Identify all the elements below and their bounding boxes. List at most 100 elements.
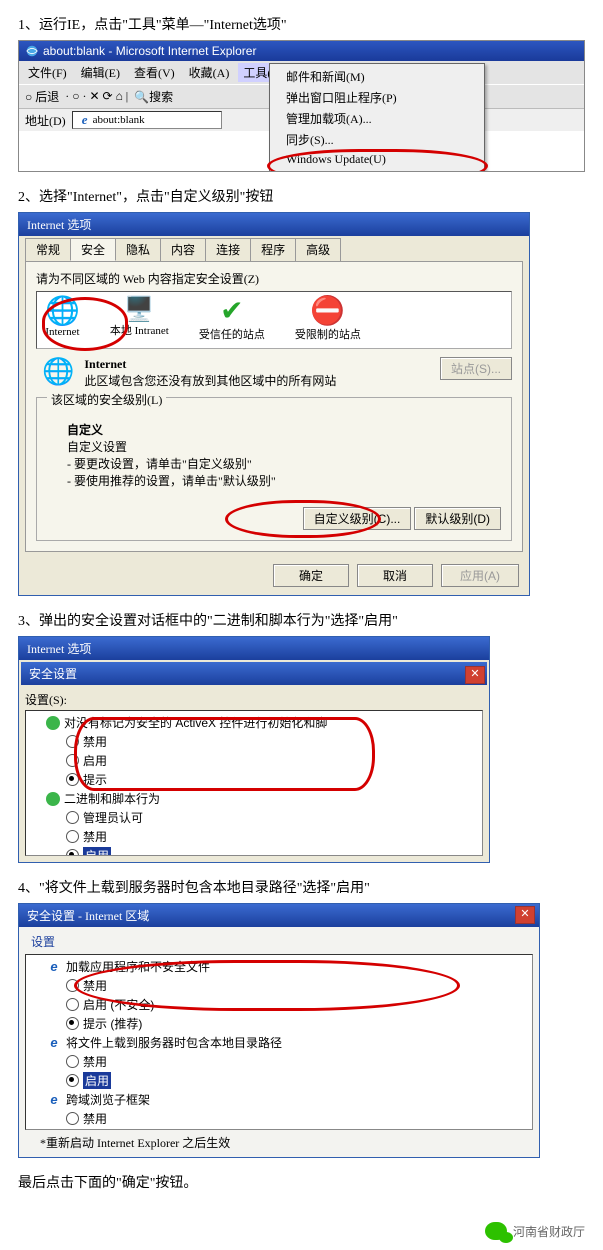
menu-item-winupdate[interactable]: Windows Update(U) [272, 150, 482, 169]
tools-dropdown-menu: 邮件和新闻(M) 弹出窗口阻止程序(P) 管理加载项(A)... 同步(S)..… [269, 63, 485, 171]
close-icon[interactable]: ✕ [465, 666, 485, 684]
ie-logo-icon [25, 44, 39, 58]
sites-button: 站点(S)... [440, 357, 512, 380]
tree-option-enable[interactable]: 启用 [28, 751, 480, 770]
back-button[interactable]: ○ 后退 [25, 88, 59, 105]
tab-advanced[interactable]: 高级 [295, 238, 341, 261]
restart-note: *重新启动 Internet Explorer 之后生效 [25, 1130, 533, 1151]
zone-restricted[interactable]: ⛔ 受限制的站点 [295, 298, 361, 342]
footer-text: 河南省财政厅 [513, 1223, 585, 1240]
wechat-icon [485, 1222, 507, 1240]
check-icon: ✔ [199, 298, 265, 326]
screenshot-2-internet-options-dialog: Internet 选项 常规 安全 隐私 内容 连接 程序 高级 请为不同区域的… [18, 212, 530, 596]
zone-local-intranet[interactable]: 🖥️ 本地 Intranet [110, 298, 169, 338]
tree-option-disable[interactable]: 禁用 [28, 1109, 530, 1128]
menu-item-mail[interactable]: 邮件和新闻(M) [272, 66, 482, 87]
ie-page-icon: e [77, 112, 93, 128]
zone-label: 本地 Intranet [110, 322, 169, 338]
menu-edit[interactable]: 编辑(E) [76, 63, 125, 82]
ok-button[interactable]: 确定 [273, 564, 349, 587]
menu-item-popup[interactable]: 弹出窗口阻止程序(P) [272, 87, 482, 108]
settings-label: 设置 [25, 933, 533, 954]
ie-title-text: about:blank - Microsoft Internet Explore… [43, 44, 256, 58]
tree-option-enable-unsafe[interactable]: 启用 (不安全) [28, 995, 530, 1014]
tree-option-admin[interactable]: 管理员认可 [28, 808, 480, 827]
search-button[interactable]: 🔍搜索 [134, 88, 173, 105]
zone-internet[interactable]: 🌐 Internet [45, 298, 80, 338]
globe-icon: 🌐 [45, 298, 80, 326]
menu-favorites[interactable]: 收藏(A) [184, 63, 235, 82]
level-fieldset: 该区域的安全级别(L) 自定义 自定义设置 - 要更改设置，请单击"自定义级别"… [36, 397, 512, 541]
level-label: 该区域的安全级别(L) [47, 393, 166, 407]
screenshot-4-security-settings-upload: 安全设置 - Internet 区域 ✕ 设置 e加载应用程序和不安全文件 禁用… [18, 903, 540, 1158]
default-level-button[interactable]: 默认级别(D) [414, 507, 501, 530]
tree-category-binary: 二进制和脚本行为 [28, 789, 480, 808]
custom-title: 自定义 [67, 423, 103, 437]
screenshot-3-security-settings: Internet 选项 安全设置 ✕ 设置(S): 对没有标记为安全的 Acti… [18, 636, 490, 863]
zone-desc-text: 此区域包含您还没有放到其他区域中的所有网站 [84, 374, 336, 388]
apply-button: 应用(A) [441, 564, 519, 587]
menu-item-sync[interactable]: 同步(S)... [272, 129, 482, 150]
step4-text: 4、"将文件上载到服务器时包含本地目录路径"选择"启用" [18, 877, 585, 897]
custom-line2: - 要更改设置，请单击"自定义级别" [67, 457, 252, 471]
zone-selector: 🌐 Internet 🖥️ 本地 Intranet ✔ 受信任的站点 ⛔ 受限制… [36, 291, 512, 349]
cancel-button[interactable]: 取消 [357, 564, 433, 587]
ie-titlebar: about:blank - Microsoft Internet Explore… [19, 41, 584, 61]
ie-icon: e [46, 959, 62, 975]
screenshot-1-ie-window: about:blank - Microsoft Internet Explore… [18, 40, 585, 172]
tree-option-prompt[interactable]: 提示 [28, 770, 480, 789]
menu-view[interactable]: 查看(V) [129, 63, 180, 82]
dialog-title: Internet 选项 [19, 213, 529, 236]
tab-general[interactable]: 常规 [25, 238, 71, 261]
tree-option-prompt-rec[interactable]: 提示 (推荐) [28, 1014, 530, 1033]
category-icon [46, 716, 60, 730]
tab-content[interactable]: 内容 [160, 238, 206, 261]
tree-category-upload-path: e将文件上载到服务器时包含本地目录路径 [28, 1033, 530, 1052]
tree-option-enable-selected[interactable]: 启用 [28, 1071, 530, 1090]
dialog-title: Internet 选项 [19, 637, 489, 660]
custom-line3: - 要使用推荐的设置，请单击"默认级别" [67, 474, 276, 488]
subdialog-title: 安全设置 [21, 662, 487, 685]
dialog-title: 安全设置 - Internet 区域 ✕ [19, 904, 539, 927]
close-icon[interactable]: ✕ [515, 906, 535, 924]
tree-option-enable-selected[interactable]: 启用 [28, 846, 480, 856]
ie-icon: e [46, 1035, 62, 1051]
tree-category: 对没有标记为安全的 ActiveX 控件进行初始化和脚 [28, 713, 480, 732]
step1-text: 1、运行IE，点击"工具"菜单—"Internet选项" [18, 14, 585, 34]
tab-strip: 常规 安全 隐私 内容 连接 程序 高级 [19, 236, 529, 261]
zone-label: 受信任的站点 [199, 326, 265, 342]
tab-connections[interactable]: 连接 [205, 238, 251, 261]
zone-trusted[interactable]: ✔ 受信任的站点 [199, 298, 265, 342]
tree-option-disable[interactable]: 禁用 [28, 976, 530, 995]
toolbar-sep: · ○ · ✕ ⟳ ⌂ | [65, 89, 128, 104]
step3-text: 3、弹出的安全设置对话框中的"二进制和脚本行为"选择"启用" [18, 610, 585, 630]
tree-option-disable[interactable]: 禁用 [28, 732, 480, 751]
settings-tree[interactable]: e加载应用程序和不安全文件 禁用 启用 (不安全) 提示 (推荐) e将文件上载… [25, 954, 533, 1130]
final-text: 最后点击下面的"确定"按钮。 [18, 1172, 585, 1192]
dialog-body: 设置 e加载应用程序和不安全文件 禁用 启用 (不安全) 提示 (推荐) e将文… [19, 927, 539, 1157]
menu-item-addons[interactable]: 管理加载项(A)... [272, 108, 482, 129]
dialog-buttons: 确定 取消 应用(A) [19, 558, 529, 595]
globe-icon: 🌐 [42, 357, 74, 387]
settings-label: 设置(S): [25, 691, 483, 710]
zone-label: Internet [45, 326, 80, 338]
tree-option-disable[interactable]: 禁用 [28, 827, 480, 846]
tree-category-cross-frame: e跨域浏览子框架 [28, 1090, 530, 1109]
address-field[interactable]: e about:blank [72, 111, 222, 129]
category-icon [46, 792, 60, 806]
settings-tree[interactable]: 对没有标记为安全的 ActiveX 控件进行初始化和脚 禁用 启用 提示 二进制… [25, 710, 483, 856]
tab-security[interactable]: 安全 [70, 238, 116, 261]
tab-programs[interactable]: 程序 [250, 238, 296, 261]
zone-desc-title: Internet [84, 357, 126, 371]
source-footer: 河南省财政厅 [18, 1222, 585, 1240]
zone-description: 🌐 Internet 此区域包含您还没有放到其他区域中的所有网站 站点(S)..… [42, 357, 512, 389]
menu-file[interactable]: 文件(F) [23, 63, 72, 82]
tree-category: e加载应用程序和不安全文件 [28, 957, 530, 976]
tab-privacy[interactable]: 隐私 [115, 238, 161, 261]
zone-label: 受限制的站点 [295, 326, 361, 342]
address-value: about:blank [93, 114, 145, 126]
custom-line1: 自定义设置 [67, 440, 127, 454]
intranet-icon: 🖥️ [110, 298, 169, 322]
custom-level-button[interactable]: 自定义级别(C)... [303, 507, 412, 530]
tree-option-disable[interactable]: 禁用 [28, 1052, 530, 1071]
